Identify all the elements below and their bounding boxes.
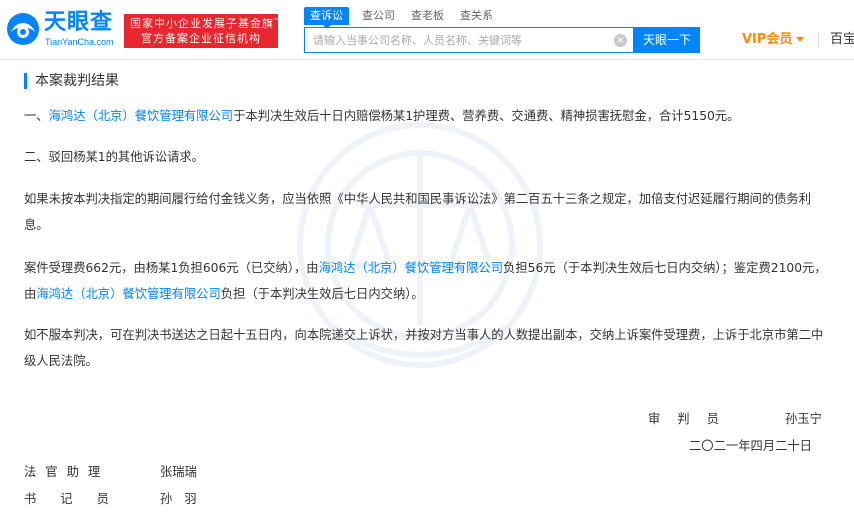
vip-menu[interactable]: VIP会员 xyxy=(742,32,805,48)
chevron-down-icon xyxy=(796,37,805,42)
fees-text-1: 案件受理费662元，由杨某1负担606元（已交纳），由 xyxy=(24,261,319,275)
assistant-name: 张瑞瑞 xyxy=(160,465,197,479)
tab-litigation[interactable]: 查诉讼 xyxy=(304,7,349,29)
company-link[interactable]: 海鸿达（北京）餐饮管理有限公司 xyxy=(319,261,503,275)
judgment-date: 二〇二一年四月二十日 xyxy=(689,439,812,453)
clerk-title: 书记员 xyxy=(24,492,133,506)
company-link[interactable]: 海鸿达（北京）餐饮管理有限公司 xyxy=(49,109,233,123)
judge-title: 审判员 xyxy=(648,412,736,426)
tab-company[interactable]: 查公司 xyxy=(362,7,395,25)
judgment-paragraph-appeal: 如不服本判决，可在判决书送达之日起十五日内，向本院递交上诉状，并按对方当事人的人… xyxy=(24,328,824,368)
tab-boss[interactable]: 查老板 xyxy=(411,7,444,25)
fees-text-3: 负担（于本判决生效后七日内交纳）。 xyxy=(220,287,424,301)
company-link[interactable]: 海鸿达（北京）餐饮管理有限公司 xyxy=(36,287,220,301)
search-button[interactable]: 天眼一下 xyxy=(634,27,700,53)
top-header: 天眼查 TianYanCha.com 国家中小企业发展子基金旗下 官方备案企业征… xyxy=(0,0,854,60)
clerk-name: 孙羽 xyxy=(160,492,209,506)
eye-logo-icon xyxy=(7,13,39,45)
section-title: 本案裁判结果 xyxy=(24,73,119,89)
official-badge: 国家中小企业发展子基金旗下 官方备案企业征信机构 xyxy=(124,14,286,48)
item-text: 于本判决生效后十日内赔偿杨某1护理费、营养费、交通费、精神损害抚慰金，合计515… xyxy=(233,109,740,123)
clear-icon[interactable]: × xyxy=(614,34,627,47)
header-divider xyxy=(818,32,819,48)
assistant-title: 法官助理 xyxy=(24,465,110,479)
judgment-item-1: 一、海鸿达（北京）餐饮管理有限公司于本判决生效后十日内赔偿杨某1护理费、营养费、… xyxy=(24,103,832,129)
search-input[interactable] xyxy=(305,28,605,52)
tianyancha-logo[interactable]: 天眼查 TianYanCha.com xyxy=(6,10,118,50)
judgment-paragraph-fees: 案件受理费662元，由杨某1负担606元（已交纳），由海鸿达（北京）餐饮管理有限… xyxy=(24,255,832,307)
badge-line2: 官方备案企业征信机构 xyxy=(141,32,261,45)
logo-domain: TianYanCha.com xyxy=(45,37,114,47)
logo-title: 天眼查 xyxy=(44,10,114,35)
baibao-link[interactable]: 百宝 xyxy=(830,31,854,49)
search-box: × xyxy=(304,27,634,53)
judgment-item-2: 二、驳回杨某1的其他诉讼请求。 xyxy=(24,150,204,164)
item-prefix: 一、 xyxy=(24,109,49,123)
judgment-paragraph-interest: 如果未按本判决指定的期间履行给付金钱义务，应当依照《中华人民共和国民事诉讼法》第… xyxy=(24,192,812,232)
judge-name: 孙玉宁 xyxy=(785,412,822,426)
vip-label: VIP会员 xyxy=(742,32,793,47)
badge-line1: 国家中小企业发展子基金旗下 xyxy=(130,17,286,30)
tab-relation[interactable]: 查关系 xyxy=(460,7,493,25)
